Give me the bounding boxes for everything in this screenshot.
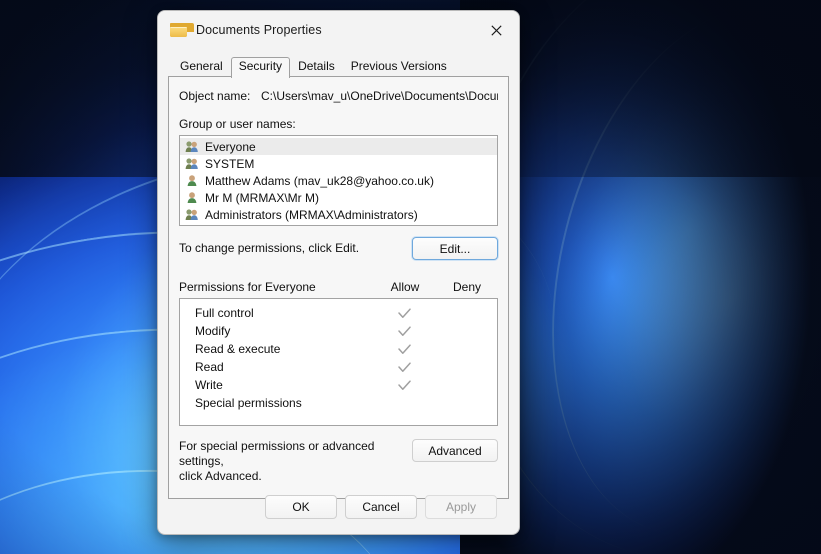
close-icon[interactable]	[473, 11, 519, 49]
list-item[interactable]: Everyone	[180, 138, 497, 155]
group-or-user-names-list[interactable]: Everyone SYSTEM Matthew Adams (mav_uk28@…	[179, 135, 498, 226]
advanced-hint-line1: For special permissions or advanced sett…	[179, 439, 375, 468]
table-row[interactable]: Read & execute	[180, 340, 497, 358]
user-icon	[187, 175, 197, 186]
list-item[interactable]: Mr M (MRMAX\Mr M)	[180, 189, 497, 206]
list-item[interactable]: Administrators (MRMAX\Administrators)	[180, 206, 497, 223]
table-row[interactable]: Modify	[180, 322, 497, 340]
documents-properties-dialog: Documents Properties General Security De…	[157, 10, 520, 535]
tab-details[interactable]: Details	[290, 56, 343, 77]
tab-previous-versions[interactable]: Previous Versions	[343, 56, 455, 77]
list-item-label: Administrators (MRMAX\Administrators)	[205, 207, 418, 222]
security-tab-page: Object name: C:\Users\mav_u\OneDrive\Doc…	[168, 77, 509, 499]
column-header-deny: Deny	[452, 280, 481, 294]
allow-checkbox[interactable]	[373, 361, 435, 373]
advanced-row: For special permissions or advanced sett…	[179, 439, 498, 484]
permissions-header: Permissions for Everyone Allow Deny	[179, 280, 498, 294]
edit-button[interactable]: Edit...	[412, 237, 498, 260]
advanced-button[interactable]: Advanced	[412, 439, 498, 462]
permission-name: Read	[195, 360, 224, 374]
permission-name: Read & execute	[195, 342, 281, 356]
permissions-title: Permissions for Everyone	[179, 280, 316, 294]
tabstrip: General Security Details Previous Versio…	[158, 55, 519, 78]
check-icon	[397, 361, 411, 372]
allow-checkbox[interactable]	[373, 307, 435, 319]
permission-name: Special permissions	[195, 396, 302, 410]
apply-button: Apply	[425, 495, 497, 519]
group-icon	[185, 209, 198, 220]
check-icon	[397, 379, 411, 390]
ok-button[interactable]: OK	[265, 495, 337, 519]
change-permissions-hint: To change permissions, click Edit.	[179, 241, 360, 255]
table-row[interactable]: Write	[180, 376, 497, 394]
list-item-label: Everyone	[205, 139, 256, 154]
permission-name: Full control	[195, 306, 254, 320]
desktop: Documents Properties General Security De…	[0, 0, 821, 554]
dialog-footer: OK Cancel Apply	[158, 480, 519, 534]
permission-name: Modify	[195, 324, 231, 338]
check-icon	[397, 343, 411, 354]
dialog-title: Documents Properties	[196, 23, 322, 37]
table-row[interactable]: Special permissions	[180, 394, 497, 412]
table-row[interactable]: Read	[180, 358, 497, 376]
dialog-titlebar: Documents Properties	[158, 11, 519, 49]
tab-general[interactable]: General	[172, 56, 231, 77]
table-row[interactable]: Full control	[180, 304, 497, 322]
group-or-user-names-label: Group or user names:	[179, 117, 296, 131]
cancel-button[interactable]: Cancel	[345, 495, 417, 519]
tab-security[interactable]: Security	[230, 57, 291, 78]
permissions-list[interactable]: Full control Modify Read & execute Read …	[179, 298, 498, 426]
list-item[interactable]: Matthew Adams (mav_uk28@yahoo.co.uk)	[180, 172, 497, 189]
object-name-label: Object name:	[179, 89, 251, 103]
list-item-label: Mr M (MRMAX\Mr M)	[205, 190, 319, 205]
group-icon	[185, 141, 198, 152]
wallpaper-petal-4	[481, 0, 821, 554]
user-icon	[187, 192, 197, 203]
edit-hint-row: To change permissions, click Edit. Edit.…	[179, 237, 498, 260]
check-icon	[397, 307, 411, 318]
list-item[interactable]: SYSTEM	[180, 155, 497, 172]
allow-checkbox[interactable]	[373, 379, 435, 391]
allow-checkbox[interactable]	[373, 343, 435, 355]
object-name-row: Object name: C:\Users\mav_u\OneDrive\Doc…	[179, 89, 498, 103]
folder-icon	[170, 23, 194, 37]
advanced-hint: For special permissions or advanced sett…	[179, 439, 401, 484]
list-item-label: SYSTEM	[205, 156, 255, 171]
object-name-value: C:\Users\mav_u\OneDrive\Documents\Docume…	[261, 89, 498, 103]
wallpaper-ribbon-5	[499, 0, 821, 554]
check-icon	[397, 325, 411, 336]
list-item-label: Matthew Adams (mav_uk28@yahoo.co.uk)	[205, 173, 434, 188]
permission-name: Write	[195, 378, 223, 392]
group-icon	[185, 158, 198, 169]
column-header-allow: Allow	[390, 280, 420, 294]
allow-checkbox[interactable]	[373, 325, 435, 337]
